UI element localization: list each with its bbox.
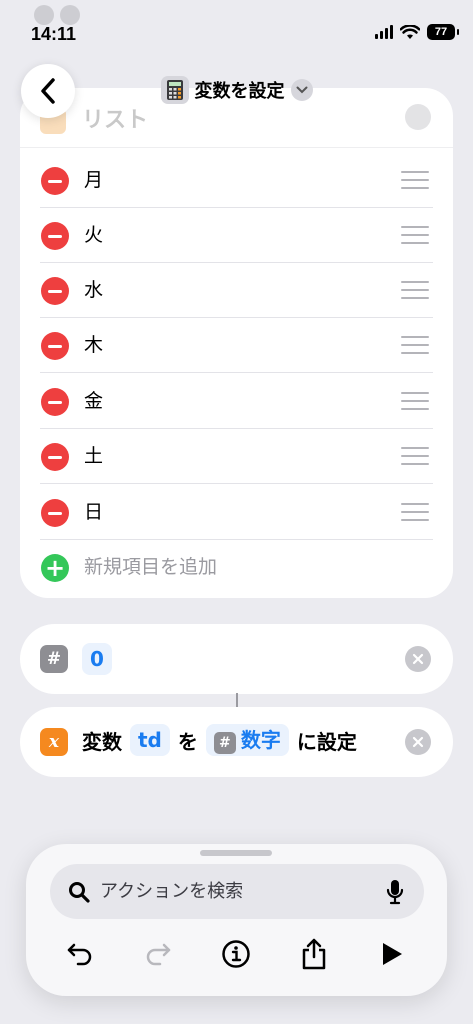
- shortcut-title[interactable]: 変数を設定: [0, 76, 473, 104]
- add-item-label[interactable]: 新規項目を追加: [84, 554, 217, 580]
- drag-handle-icon[interactable]: [401, 503, 429, 521]
- remove-item-icon[interactable]: [41, 499, 69, 527]
- wifi-icon: [400, 24, 420, 39]
- plus-icon[interactable]: +: [41, 554, 69, 582]
- set-variable-action-card: x 変数 td を # 数字 に設定: [20, 707, 453, 777]
- remove-item-icon[interactable]: [41, 222, 69, 250]
- battery-indicator: 77: [427, 24, 459, 40]
- drag-handle-icon[interactable]: [401, 171, 429, 189]
- list-item-label[interactable]: 月: [84, 167, 103, 193]
- undo-icon: [67, 943, 92, 966]
- list-action-header: リスト: [20, 98, 453, 148]
- drag-handle-icon[interactable]: [401, 447, 429, 465]
- chevron-down-icon[interactable]: [290, 79, 313, 101]
- share-icon: [302, 938, 326, 970]
- drag-handle-icon[interactable]: [401, 281, 429, 299]
- remove-item-icon[interactable]: [41, 388, 69, 416]
- list-item[interactable]: 金: [20, 374, 453, 429]
- status-bar: 14:11 77: [0, 0, 473, 60]
- sheet-grabber[interactable]: [200, 850, 272, 856]
- set-variable-sentence: 変数 td を # 数字 に設定: [82, 724, 357, 756]
- redo-icon: [146, 943, 171, 966]
- list-item-label[interactable]: 土: [84, 443, 103, 469]
- close-icon: [405, 104, 431, 130]
- add-item-row[interactable]: + 新規項目を追加: [20, 540, 453, 595]
- status-ghost-overlay: [34, 4, 104, 26]
- bottom-toolbar: [26, 934, 447, 974]
- set-variable-suffix: に設定: [296, 729, 357, 754]
- set-variable-prefix: 変数: [82, 729, 122, 754]
- close-icon[interactable]: [405, 646, 431, 672]
- run-button[interactable]: [372, 934, 412, 974]
- page-title: 変数を設定: [194, 81, 285, 102]
- number-icon: #: [40, 645, 68, 673]
- search-bar[interactable]: [50, 864, 424, 919]
- undo-button[interactable]: [60, 934, 100, 974]
- list-item[interactable]: 土: [20, 429, 453, 484]
- list-item[interactable]: 月: [20, 153, 453, 208]
- drag-handle-icon[interactable]: [401, 226, 429, 244]
- number-action-card: # 0: [20, 624, 453, 694]
- redo-button[interactable]: [138, 934, 178, 974]
- number-value-token[interactable]: 0: [82, 643, 112, 675]
- cellular-signal-icon: [375, 25, 393, 39]
- list-item[interactable]: 日: [20, 485, 453, 540]
- number-icon: #: [213, 732, 236, 754]
- variable-icon: x: [40, 728, 68, 756]
- list-item-label[interactable]: 火: [84, 222, 103, 248]
- list-item-label[interactable]: 金: [84, 388, 103, 414]
- share-button[interactable]: [294, 934, 334, 974]
- input-token[interactable]: # 数字: [205, 724, 289, 756]
- play-icon: [383, 943, 402, 965]
- variable-name-token[interactable]: td: [130, 724, 170, 756]
- list-item-label[interactable]: 水: [84, 277, 103, 303]
- status-icons: 77: [375, 24, 459, 40]
- calculator-icon: [160, 76, 189, 104]
- remove-item-icon[interactable]: [41, 277, 69, 305]
- input-token-label: 数字: [240, 728, 281, 752]
- drag-handle-icon[interactable]: [401, 336, 429, 354]
- set-variable-particle: を: [177, 729, 198, 754]
- list-item-label[interactable]: 日: [84, 499, 103, 525]
- close-icon[interactable]: [405, 729, 431, 755]
- status-time: 14:11: [31, 24, 77, 44]
- list-item[interactable]: 水: [20, 263, 453, 318]
- info-button[interactable]: [216, 934, 256, 974]
- list-item[interactable]: 木: [20, 318, 453, 373]
- microphone-icon[interactable]: [386, 879, 404, 905]
- list-action-title: リスト: [82, 108, 149, 133]
- search-input[interactable]: [100, 864, 370, 919]
- action-search-panel: [26, 844, 447, 996]
- drag-handle-icon[interactable]: [401, 392, 429, 410]
- action-connector: [236, 693, 238, 707]
- list-item[interactable]: 火: [20, 208, 453, 263]
- remove-item-icon[interactable]: [41, 167, 69, 195]
- info-icon: [222, 940, 250, 968]
- remove-item-icon[interactable]: [41, 332, 69, 360]
- remove-item-icon[interactable]: [41, 443, 69, 471]
- search-icon: [69, 882, 90, 903]
- list-item-label[interactable]: 木: [84, 332, 103, 358]
